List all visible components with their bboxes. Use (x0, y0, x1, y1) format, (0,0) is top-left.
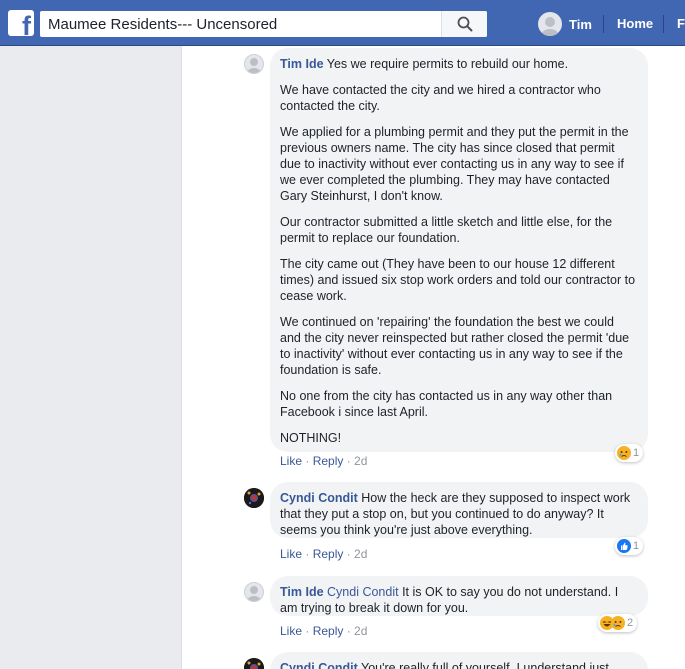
comment-timestamp[interactable]: 2d (354, 547, 367, 561)
reaction-summary[interactable]: 1 (615, 444, 644, 462)
comment-bubble: Tim Ide Cyndi Condit It is OK to say you… (270, 576, 648, 616)
comment-timestamp[interactable]: 2d (354, 624, 367, 638)
avatar[interactable] (244, 658, 264, 669)
profile-silhouette-icon (247, 586, 261, 601)
avatar (538, 12, 562, 36)
comment-text: You're really full of yourself. I unders… (361, 661, 609, 669)
comment-bubble: Cyndi Condit How the heck are they suppo… (270, 482, 648, 538)
comment-text: NOTHING! (280, 431, 342, 445)
top-navigation-bar: f Tim Home F (0, 0, 685, 46)
comment-actions: Like · Reply · 2d (280, 454, 368, 468)
profile-silhouette-icon (247, 58, 261, 73)
reaction-summary[interactable]: 1 (615, 537, 644, 555)
search-icon (457, 16, 472, 32)
reaction-count: 1 (633, 447, 640, 459)
comment-text: We applied for a plumbing permit and the… (280, 125, 629, 203)
avatar[interactable] (244, 488, 264, 508)
avatar[interactable] (244, 54, 264, 74)
comment-mention[interactable]: Cyndi Condit (327, 585, 399, 599)
comment-bubble: Tim Ide Yes we require permits to rebuil… (270, 48, 648, 452)
comment-author[interactable]: Cyndi Condit (280, 491, 358, 505)
reply-button[interactable]: Reply (313, 547, 344, 561)
profile-silhouette-icon (541, 17, 559, 36)
reply-button[interactable]: Reply (313, 454, 344, 468)
comment-text: We continued on 'repairing' the foundati… (280, 315, 630, 377)
reaction-summary[interactable]: 2 (598, 614, 638, 632)
comment-text: Our contractor submitted a little sketch… (280, 215, 613, 245)
comment-author[interactable]: Cyndi Condit (280, 661, 358, 669)
comment-text: Yes we require permits to rebuild our ho… (326, 57, 569, 71)
search-button[interactable] (441, 11, 487, 37)
avatar[interactable] (244, 582, 264, 602)
comments-panel: Tim Ide Yes we require permits to rebuil… (181, 46, 685, 669)
profile-photo-icon (244, 658, 264, 669)
profile-link[interactable]: Tim (538, 11, 592, 37)
like-button[interactable]: Like (280, 454, 302, 468)
user-name: Tim (569, 16, 592, 32)
comment-timestamp[interactable]: 2d (354, 454, 367, 468)
sad-icon (617, 446, 631, 460)
comment-text: We have contacted the city and we hired … (280, 83, 601, 113)
reaction-count: 1 (633, 540, 640, 552)
search-box (40, 11, 487, 37)
comment-bubble: Cyndi Condit You're really full of yours… (270, 652, 648, 669)
comment-actions: Like · Reply · 2d (280, 624, 368, 638)
search-input[interactable] (40, 11, 440, 37)
reply-button[interactable]: Reply (313, 624, 344, 638)
comment-actions: Like · Reply · 2d (280, 547, 368, 561)
home-link[interactable]: Home (617, 16, 653, 31)
like-icon (617, 539, 631, 553)
like-button[interactable]: Like (280, 547, 302, 561)
profile-photo-icon (244, 488, 264, 508)
nav-divider (663, 15, 664, 33)
nav-divider (603, 15, 604, 33)
sad-icon (611, 616, 625, 630)
like-button[interactable]: Like (280, 624, 302, 638)
nav-link-partial[interactable]: F (677, 16, 685, 31)
comment-author[interactable]: Tim Ide (280, 57, 324, 71)
reaction-count: 2 (627, 617, 634, 629)
comment-text: The city came out (They have been to our… (280, 257, 636, 303)
comment-text: No one from the city has contacted us in… (280, 389, 613, 419)
facebook-logo-icon[interactable]: f (8, 10, 34, 36)
comment-author[interactable]: Tim Ide (280, 585, 324, 599)
